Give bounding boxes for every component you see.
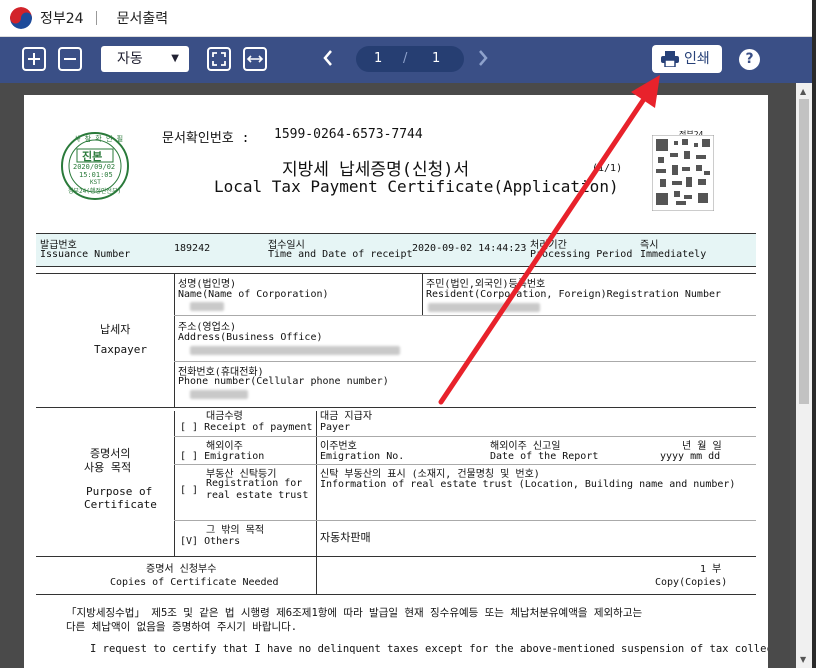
red-arrow-annotation-icon — [438, 75, 660, 405]
